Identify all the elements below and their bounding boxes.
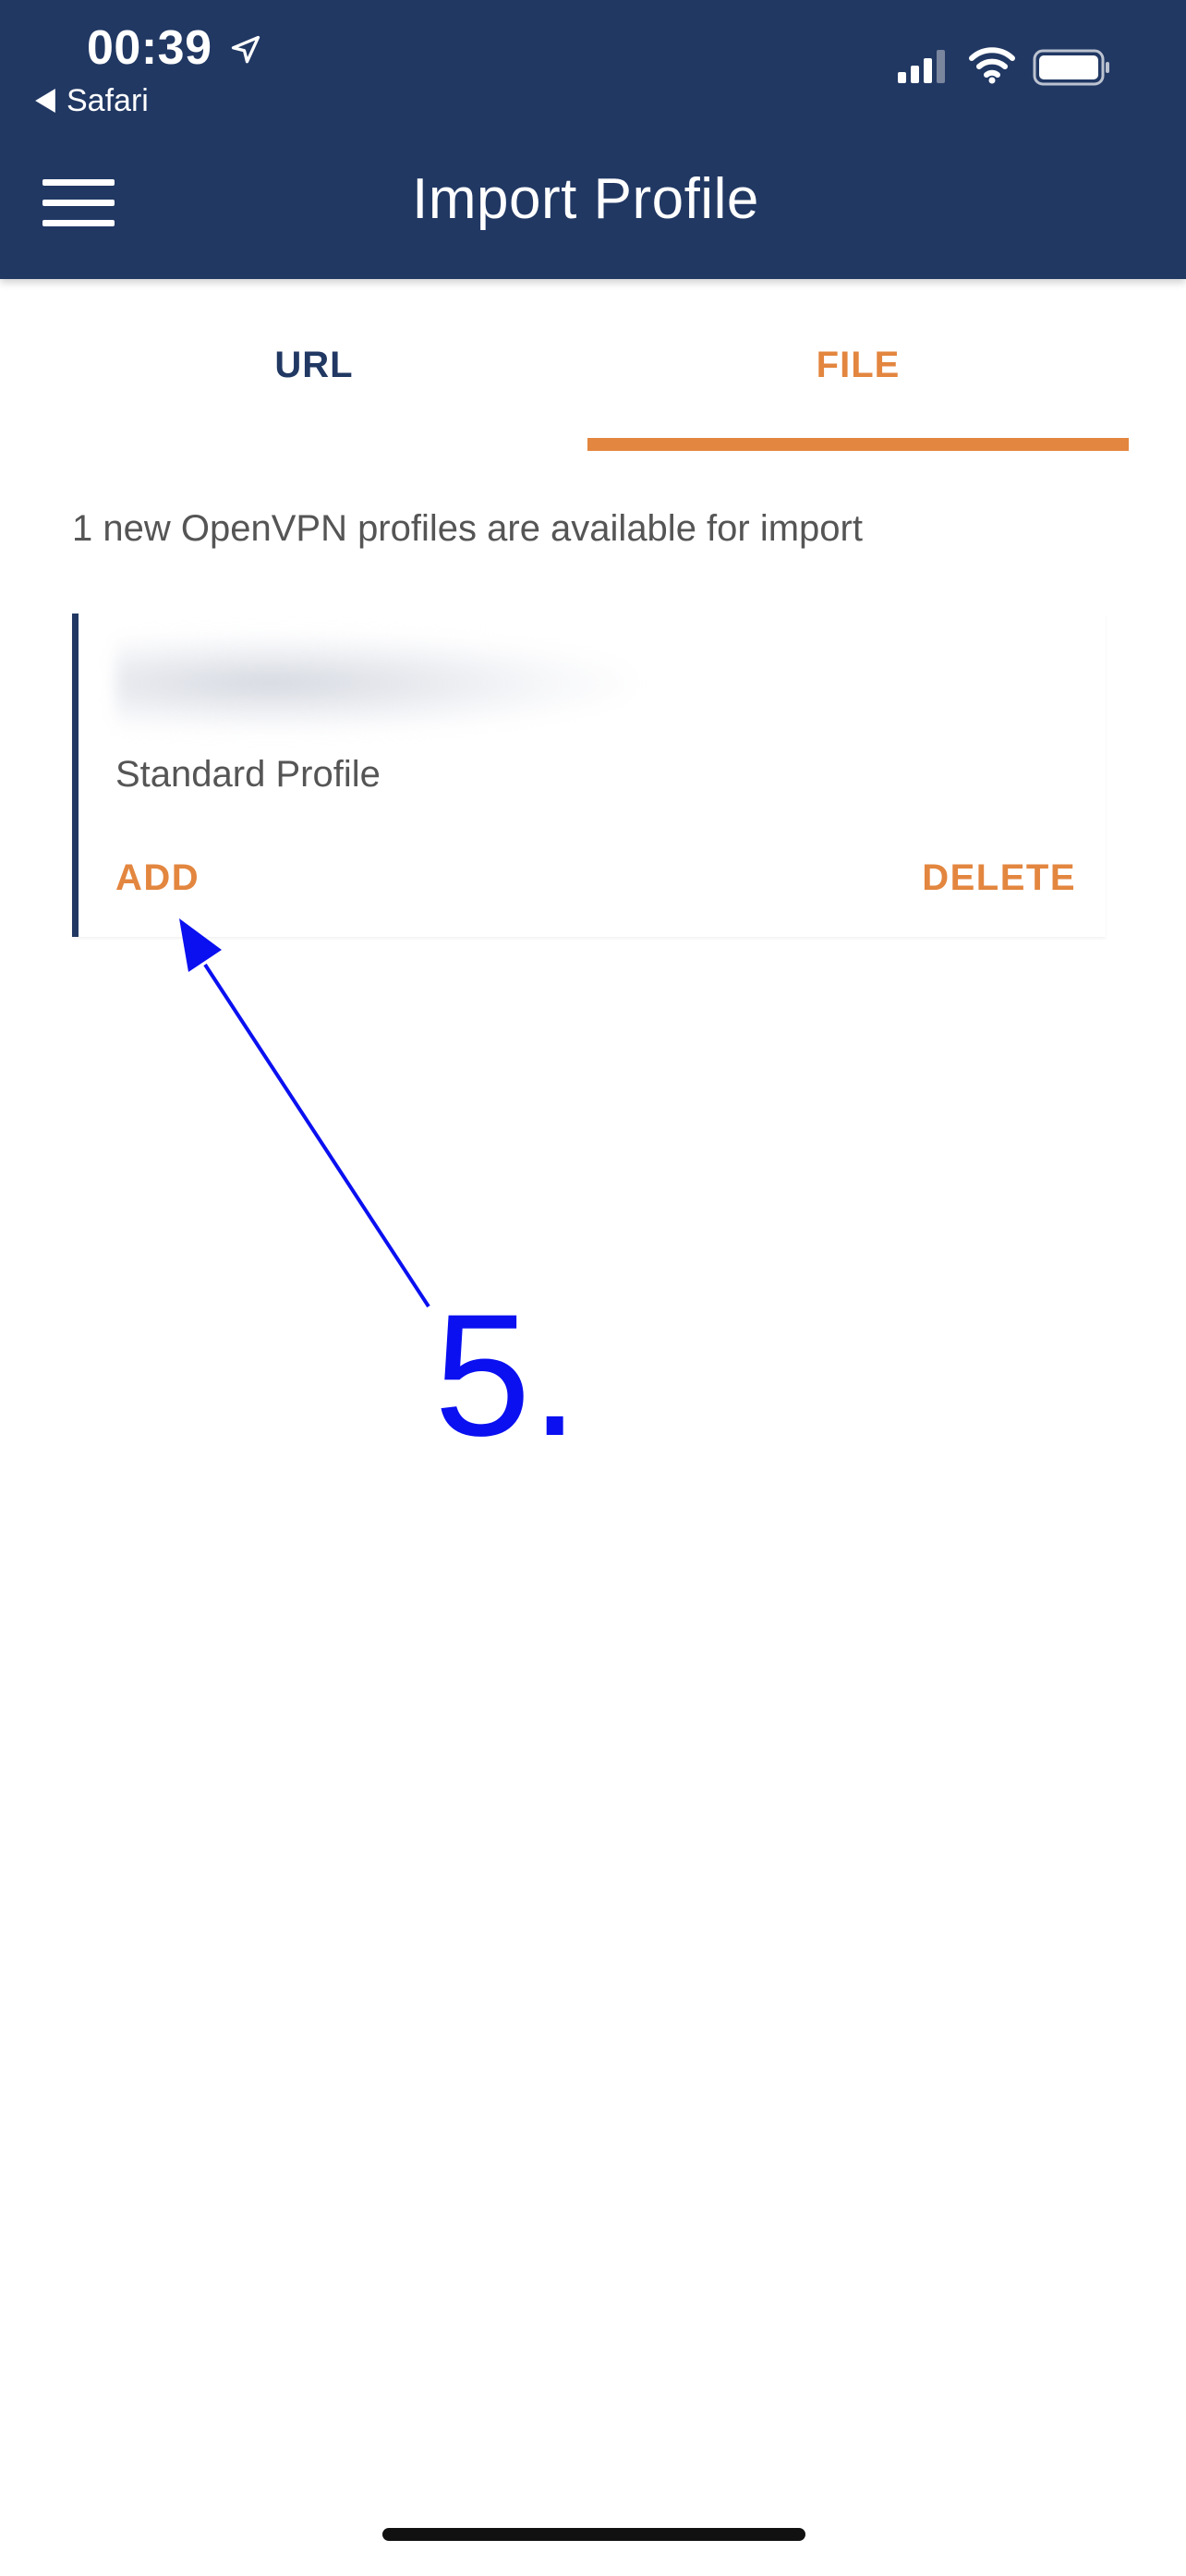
wifi-icon [969, 47, 1015, 84]
tab-url[interactable]: URL [37, 279, 591, 451]
add-profile-button[interactable]: ADD [115, 857, 200, 899]
tab-file[interactable]: FILE [587, 279, 1129, 451]
app-header: 00:39 Safari Import Profile [0, 0, 1186, 279]
location-icon [231, 35, 260, 64]
import-tabs: URL FILE [0, 279, 1186, 451]
profile-type-label: Standard Profile [115, 754, 381, 795]
delete-profile-button[interactable]: DELETE [922, 857, 1076, 899]
available-profiles-text: 1 new OpenVPN profiles are available for… [72, 508, 863, 549]
home-indicator[interactable] [382, 2528, 805, 2541]
back-to-safari-link[interactable]: Safari [67, 83, 149, 119]
step-number-label: 5. [434, 1278, 579, 1472]
signal-icon [898, 50, 945, 83]
active-tab-indicator [587, 438, 1129, 451]
battery-icon [1033, 49, 1109, 86]
profile-card: Standard Profile ADD DELETE [72, 614, 1106, 937]
blurred-hostname [115, 632, 633, 734]
page-title: Import Profile [412, 167, 759, 231]
back-arrow-icon[interactable] [35, 89, 55, 113]
status-time: 00:39 [87, 21, 212, 75]
